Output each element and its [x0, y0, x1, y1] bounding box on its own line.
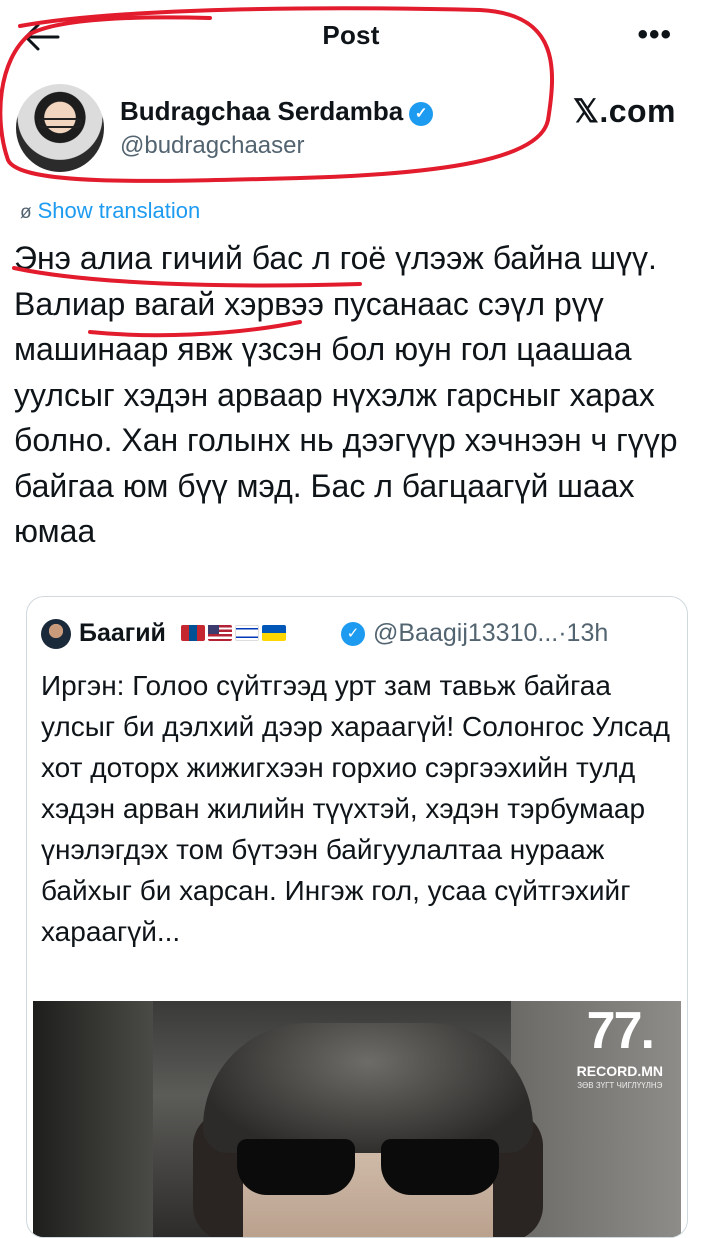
top-bar: Post ••• — [0, 0, 702, 74]
page-title: Post — [322, 20, 380, 50]
ukraine-flag-icon — [262, 625, 286, 641]
post-text: Энэ алиа гичий бас л гоё үлээж байна шүү… — [14, 240, 687, 549]
verified-badge-icon: ✓ — [341, 622, 365, 646]
avatar[interactable] — [41, 619, 71, 649]
quoted-post-text: Иргэн: Голоо сүйтгээд урт зам тавьж байг… — [41, 670, 678, 947]
quoted-post-image[interactable]: 77. RECORD.MN ЗӨВ ЗҮГТ ЧИГЛҮҮЛНЭ — [33, 1001, 681, 1237]
quoted-author-handle-time[interactable]: @Baagij13310...·13h — [373, 619, 608, 648]
usa-flag-icon — [208, 625, 232, 641]
sunglasses — [237, 1139, 499, 1195]
more-horizontal-icon[interactable]: ••• — [637, 18, 672, 52]
flag-emojis — [181, 625, 289, 643]
show-translation-link[interactable]: ø Show translation — [20, 198, 200, 224]
author-name[interactable]: Budragchaa Serdamba ✓ — [120, 96, 434, 127]
israel-flag-icon — [235, 625, 259, 641]
record-mn-logo: 77. RECORD.MN ЗӨВ ЗҮГТ ЧИГЛҮҮЛНЭ — [576, 1002, 663, 1090]
quoted-post[interactable]: Баагий ✓ @Baagij13310...·13h Иргэн: Голо… — [26, 596, 688, 1238]
quoted-post-header: Баагий ✓ @Baagij13310...·13h — [41, 619, 681, 651]
verified-badge-icon: ✓ — [409, 102, 434, 126]
quoted-author-name[interactable]: Баагий — [79, 619, 166, 648]
avatar[interactable] — [16, 84, 104, 172]
globe-icon: ø — [20, 202, 32, 223]
watermark: 𝕏.com — [573, 93, 676, 129]
author-handle[interactable]: @budragchaaser — [120, 132, 304, 160]
mongolia-flag-icon — [181, 625, 205, 641]
